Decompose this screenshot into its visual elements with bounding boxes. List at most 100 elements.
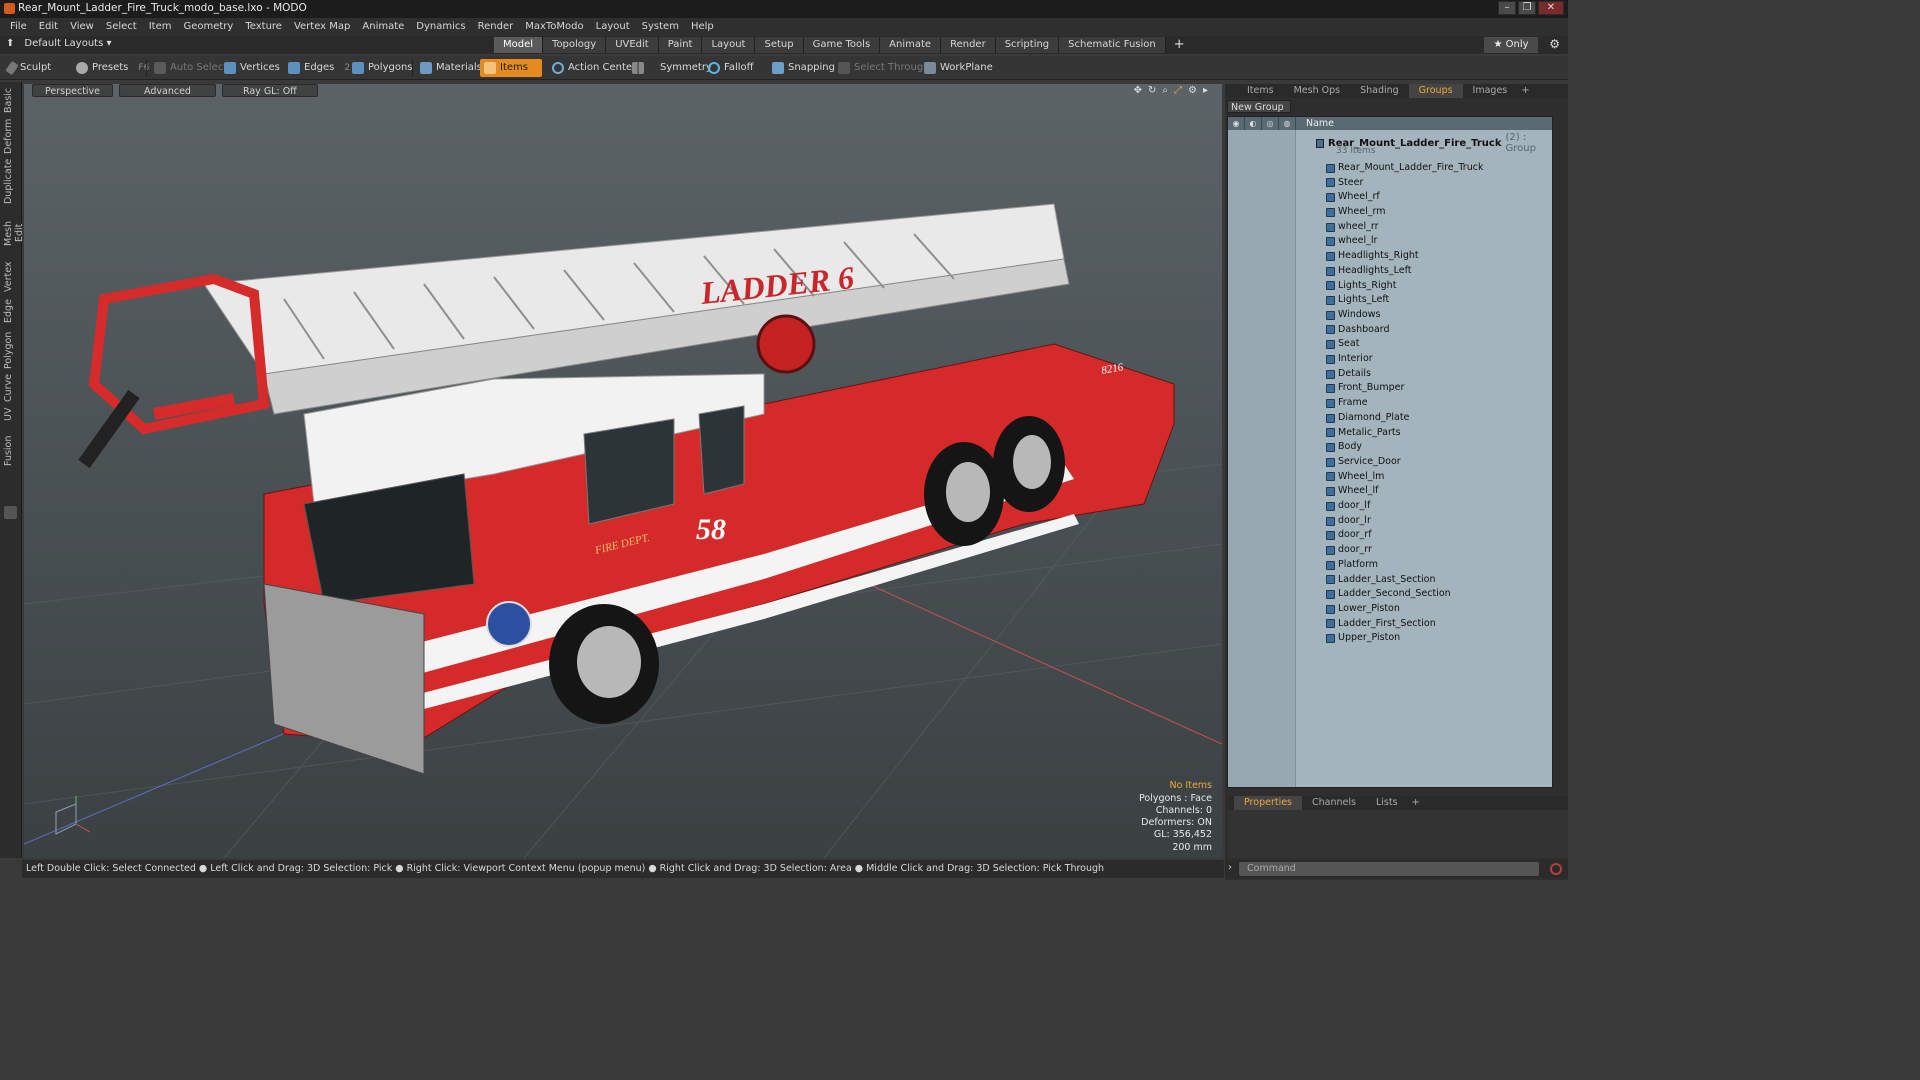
move-view-icon[interactable]: ✥: [1134, 85, 1142, 96]
menu-render[interactable]: Render: [472, 18, 520, 36]
list-item[interactable]: Lower_Piston: [1326, 602, 1400, 617]
new-group-button[interactable]: New Group: [1227, 100, 1291, 113]
materials-button[interactable]: Materials: [416, 59, 486, 77]
list-item[interactable]: Ladder_First_Section: [1326, 617, 1436, 632]
tab-layout[interactable]: Layout: [702, 37, 756, 53]
list-item[interactable]: Wheel_lm: [1326, 470, 1384, 485]
list-item[interactable]: Frame: [1326, 396, 1368, 411]
list-item[interactable]: Wheel_rf: [1326, 190, 1380, 205]
left-tab-fusion[interactable]: Fusion: [3, 434, 19, 468]
list-item[interactable]: Wheel_rm: [1326, 205, 1386, 220]
select-column-icon[interactable]: ◍: [1279, 117, 1296, 130]
viewport-settings-icon[interactable]: ⚙: [1188, 85, 1197, 96]
rotate-view-icon[interactable]: ↻: [1148, 85, 1156, 96]
list-item[interactable]: Dashboard: [1326, 323, 1390, 338]
left-tab-deform[interactable]: Deform: [3, 119, 19, 154]
list-item[interactable]: Platform: [1326, 558, 1378, 573]
presets-button[interactable]: Presets F6: [72, 59, 153, 77]
list-item[interactable]: wheel_lr: [1326, 234, 1377, 249]
falloff-button[interactable]: Falloff: [704, 59, 758, 77]
menu-geometry[interactable]: Geometry: [177, 18, 239, 36]
list-item[interactable]: Upper_Piston: [1326, 631, 1400, 646]
left-tab-vertex[interactable]: Vertex: [3, 261, 19, 292]
list-item[interactable]: Diamond_Plate: [1326, 411, 1409, 426]
list-item[interactable]: Wheel_lf: [1326, 484, 1378, 499]
advanced-dropdown[interactable]: Advanced: [119, 84, 216, 97]
tab-items[interactable]: Items: [1225, 84, 1284, 98]
list-item[interactable]: Headlights_Left: [1326, 264, 1411, 279]
tab-paint[interactable]: Paint: [658, 37, 703, 53]
list-item[interactable]: Lights_Left: [1326, 293, 1389, 308]
list-item[interactable]: wheel_rr: [1326, 220, 1379, 235]
left-tab-basic[interactable]: Basic: [3, 86, 19, 114]
list-item[interactable]: Steer: [1326, 176, 1363, 191]
list-item[interactable]: Ladder_Last_Section: [1326, 573, 1436, 588]
gear-icon[interactable]: ⚙: [1549, 37, 1560, 51]
left-tab-edge[interactable]: Edge: [3, 298, 19, 324]
list-item[interactable]: Details: [1326, 367, 1371, 382]
restore-button[interactable]: ❐: [1518, 1, 1536, 15]
snapping-button[interactable]: Snapping: [768, 59, 839, 77]
tab-scripting[interactable]: Scripting: [995, 37, 1060, 53]
tab-channels[interactable]: Channels: [1302, 796, 1366, 810]
symmetry-button[interactable]: Symmetry: [628, 59, 716, 77]
tab-mesh-ops[interactable]: Mesh Ops: [1284, 84, 1351, 98]
viewport-expand-icon[interactable]: ▸: [1203, 85, 1208, 96]
render-column-icon[interactable]: ◐: [1245, 117, 1262, 130]
zoom-view-icon[interactable]: ⌕: [1162, 85, 1168, 96]
left-tab-polygon[interactable]: Polygon: [3, 330, 19, 370]
menu-item[interactable]: Item: [143, 18, 178, 36]
polygons-button[interactable]: Polygons: [348, 59, 417, 77]
panel-toggle-icon[interactable]: [4, 506, 17, 519]
default-layouts-dropdown[interactable]: Default Layouts ▾: [24, 38, 111, 49]
left-tab-uv[interactable]: UV: [3, 406, 19, 422]
tab-schematic-fusion[interactable]: Schematic Fusion: [1059, 37, 1166, 53]
left-tab-duplicate[interactable]: Duplicate: [3, 159, 19, 204]
visibility-column-icon[interactable]: ◉: [1228, 117, 1245, 130]
tab-animate[interactable]: Animate: [880, 37, 942, 53]
pin-icon[interactable]: ⬆: [6, 38, 14, 49]
perspective-dropdown[interactable]: Perspective: [32, 84, 114, 97]
tab-uvedit[interactable]: UVEdit: [606, 37, 659, 53]
left-tab-curve[interactable]: Curve: [3, 374, 19, 402]
sculpt-button[interactable]: Sculpt: [4, 59, 55, 77]
menu-texture[interactable]: Texture: [239, 18, 288, 36]
tab-shading[interactable]: Shading: [1350, 84, 1409, 98]
list-item[interactable]: door_lr: [1326, 514, 1371, 529]
action-center-button[interactable]: Action Center: [548, 59, 640, 77]
list-item[interactable]: Headlights_Right: [1326, 249, 1419, 264]
list-item[interactable]: door_rf: [1326, 528, 1372, 543]
items-button[interactable]: Items: [480, 59, 542, 77]
add-properties-tab-button[interactable]: +: [1408, 796, 1424, 810]
add-panel-tab-button[interactable]: +: [1517, 84, 1533, 98]
menu-edit[interactable]: Edit: [33, 18, 64, 36]
menu-view[interactable]: View: [64, 18, 100, 36]
select-through-button[interactable]: Select Through: [834, 59, 934, 77]
menu-layout[interactable]: Layout: [590, 18, 636, 36]
command-input[interactable]: Command: [1239, 862, 1539, 876]
list-item[interactable]: Front_Bumper: [1326, 381, 1404, 396]
list-item[interactable]: Lights_Right: [1326, 279, 1396, 294]
menu-animate[interactable]: Animate: [356, 18, 410, 36]
list-item[interactable]: Rear_Mount_Ladder_Fire_Truck: [1326, 161, 1483, 176]
fit-view-icon[interactable]: ⤢: [1174, 85, 1182, 96]
menu-maxtomodo[interactable]: MaxToModo: [519, 18, 589, 36]
tab-lists[interactable]: Lists: [1366, 796, 1408, 810]
tab-topology[interactable]: Topology: [543, 37, 607, 53]
tab-setup[interactable]: Setup: [755, 37, 804, 53]
menu-help[interactable]: Help: [685, 18, 720, 36]
list-item[interactable]: door_rr: [1326, 543, 1372, 558]
menu-dynamics[interactable]: Dynamics: [410, 18, 471, 36]
tab-properties[interactable]: Properties: [1234, 796, 1303, 810]
menu-system[interactable]: System: [636, 18, 685, 36]
list-item[interactable]: Body: [1326, 440, 1362, 455]
lock-column-icon[interactable]: ◎: [1262, 117, 1279, 130]
list-item[interactable]: Metalic_Parts: [1326, 426, 1401, 441]
add-tab-button[interactable]: +: [1166, 37, 1193, 53]
only-toggle[interactable]: ★ Only: [1484, 37, 1538, 53]
list-item[interactable]: Interior: [1326, 352, 1373, 367]
list-item[interactable]: Seat: [1326, 337, 1359, 352]
list-item[interactable]: door_lf: [1326, 499, 1370, 514]
tab-render[interactable]: Render: [941, 37, 996, 53]
menu-select[interactable]: Select: [100, 18, 143, 36]
